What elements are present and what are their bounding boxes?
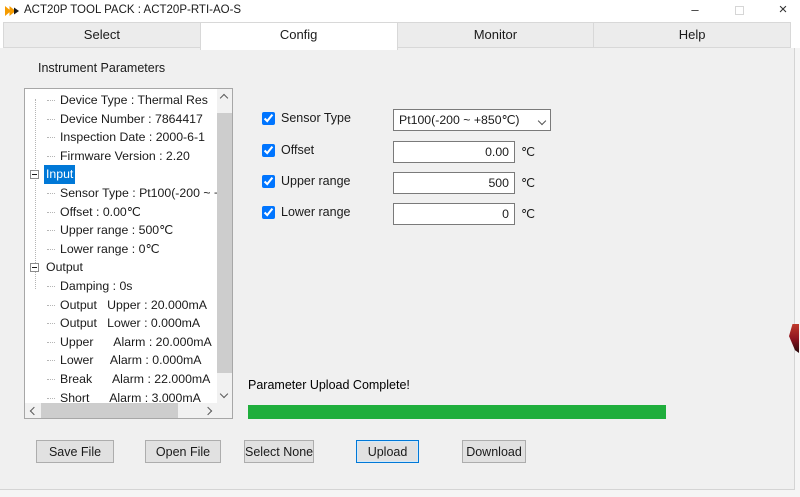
window-bottom-strip [0,490,800,497]
tree-item[interactable]: Sensor Type : Pt100(-200 ~ + [25,184,217,203]
tree-item-label: Inspection Date : 2000-6-1 [58,128,207,147]
lower-range-unit: ℃ [521,206,535,221]
offset-label: Offset [281,143,314,157]
offset-input[interactable] [393,141,515,163]
upper-range-checkbox[interactable] [262,175,275,188]
close-button[interactable]: × [766,0,800,22]
offset-unit: ℃ [521,144,535,159]
minimize-button[interactable]: – [678,0,712,22]
tab-config[interactable]: Config [200,22,398,50]
sensor-type-label: Sensor Type [281,111,351,125]
tree-item-label: Offset : 0.00℃ [58,203,143,222]
tree-item[interactable]: Break Alarm : 22.000mA [25,370,217,389]
progress-bar [248,405,666,419]
tree-item-label: Damping : 0s [58,277,134,296]
tree-item[interactable]: Lower range : 0℃ [25,240,217,259]
lower-range-label: Lower range [281,205,351,219]
select-none-button[interactable]: Select None [244,440,314,463]
tree-item-label: Lower Alarm : 0.000mA [58,351,203,370]
tree-item-label: Output [44,258,85,277]
lower-range-input[interactable] [393,203,515,225]
tree-item[interactable]: Output Upper : 20.000mA [25,296,217,315]
tree-item-label: Output Lower : 0.000mA [58,314,202,333]
sensor-type-label-group: Sensor Type [262,111,351,125]
maximize-button [722,0,756,22]
window-title: ACT20P TOOL PACK : ACT20P-RTI-AO-S [24,4,241,16]
tree-item-label: Upper Alarm : 20.000mA [58,333,214,352]
tree-item[interactable]: Input [25,165,217,184]
scroll-up-icon[interactable] [217,89,232,104]
tab-select[interactable]: Select [3,22,201,48]
param-row-upper-range: Upper range ℃ [262,174,351,196]
horizontal-scroll-thumb[interactable] [41,403,178,418]
scroll-down-icon[interactable] [217,388,232,403]
scrollbar-corner [217,403,232,418]
tree-item-label: Upper range : 500℃ [58,221,175,240]
chevron-down-icon [538,117,546,125]
tree-item-label: Output Upper : 20.000mA [58,296,209,315]
sensor-type-value: Pt100(-200 ~ +850℃) [399,113,519,127]
tree-item[interactable]: Upper range : 500℃ [25,221,217,240]
open-file-button[interactable]: Open File [145,440,221,463]
tree-item[interactable]: Device Type : Thermal Res [25,91,217,110]
tree-item[interactable]: Output Lower : 0.000mA [25,314,217,333]
upload-button[interactable]: Upload [356,440,419,463]
vertical-scroll-thumb[interactable] [217,113,232,373]
upper-range-input[interactable] [393,172,515,194]
maximize-icon [735,6,744,15]
download-button[interactable]: Download [462,440,526,463]
upper-range-label-group: Upper range [262,174,351,188]
tab-help[interactable]: Help [593,22,791,48]
tab-bar: Select Config Monitor Help [3,22,791,48]
tree-item[interactable]: Inspection Date : 2000-6-1 [25,128,217,147]
tree-item[interactable]: Offset : 0.00℃ [25,203,217,222]
sensor-type-dropdown[interactable]: Pt100(-200 ~ +850℃) [393,109,551,131]
save-file-button[interactable]: Save File [36,440,114,463]
lower-range-label-group: Lower range [262,205,351,219]
tab-monitor[interactable]: Monitor [397,22,595,48]
upper-range-unit: ℃ [521,175,535,190]
tree-item-label: Firmware Version : 2.20 [58,147,192,166]
tree-item-label-selected: Input [44,165,75,184]
title-bar[interactable]: ACT20P TOOL PACK : ACT20P-RTI-AO-S – × [0,0,800,22]
tree-item[interactable]: Lower Alarm : 0.000mA [25,351,217,370]
tree-item-label: Short Alarm : 3.000mA [58,389,203,404]
tree-item[interactable]: Upper Alarm : 20.000mA [25,333,217,352]
config-page: Instrument Parameters Device Type : Ther… [0,48,795,490]
scroll-left-icon[interactable] [25,403,40,418]
scroll-right-icon[interactable] [202,403,217,418]
tree-item[interactable]: Damping : 0s [25,277,217,296]
tree-item-label: Device Type : Thermal Res [58,91,210,110]
collapse-expander-icon[interactable] [30,170,39,179]
tree-vertical-scrollbar[interactable] [217,89,232,403]
status-message: Parameter Upload Complete! [248,378,410,392]
param-row-offset: Offset ℃ [262,143,314,165]
sensor-type-checkbox[interactable] [262,112,275,125]
tree-rows: Device Type : Thermal ResDevice Number :… [25,91,217,403]
tree-horizontal-scrollbar[interactable] [25,403,217,418]
offset-checkbox[interactable] [262,144,275,157]
tree-item[interactable]: Short Alarm : 3.000mA [25,389,217,404]
tree-item-label: Lower range : 0℃ [58,240,161,259]
parameter-tree: Device Type : Thermal ResDevice Number :… [24,88,233,419]
param-row-lower-range: Lower range ℃ [262,205,351,227]
tree-item-label: Sensor Type : Pt100(-200 ~ + [58,184,217,203]
upper-range-label: Upper range [281,174,351,188]
tree-caption: Instrument Parameters [38,61,165,75]
param-row-sensor-type: Sensor Type Pt100(-200 ~ +850℃) [262,111,351,133]
window-right-strip [795,48,800,490]
tree-item-label: Device Number : 7864417 [58,110,205,129]
offset-label-group: Offset [262,143,314,157]
tree-item[interactable]: Firmware Version : 2.20 [25,147,217,166]
app-logo-icon [5,4,19,18]
app-window: ACT20P TOOL PACK : ACT20P-RTI-AO-S – × S… [0,0,800,497]
tree-item[interactable]: Output [25,258,217,277]
tree-item-label: Break Alarm : 22.000mA [58,370,212,389]
collapse-expander-icon[interactable] [30,263,39,272]
lower-range-checkbox[interactable] [262,206,275,219]
tree-item[interactable]: Device Number : 7864417 [25,110,217,129]
